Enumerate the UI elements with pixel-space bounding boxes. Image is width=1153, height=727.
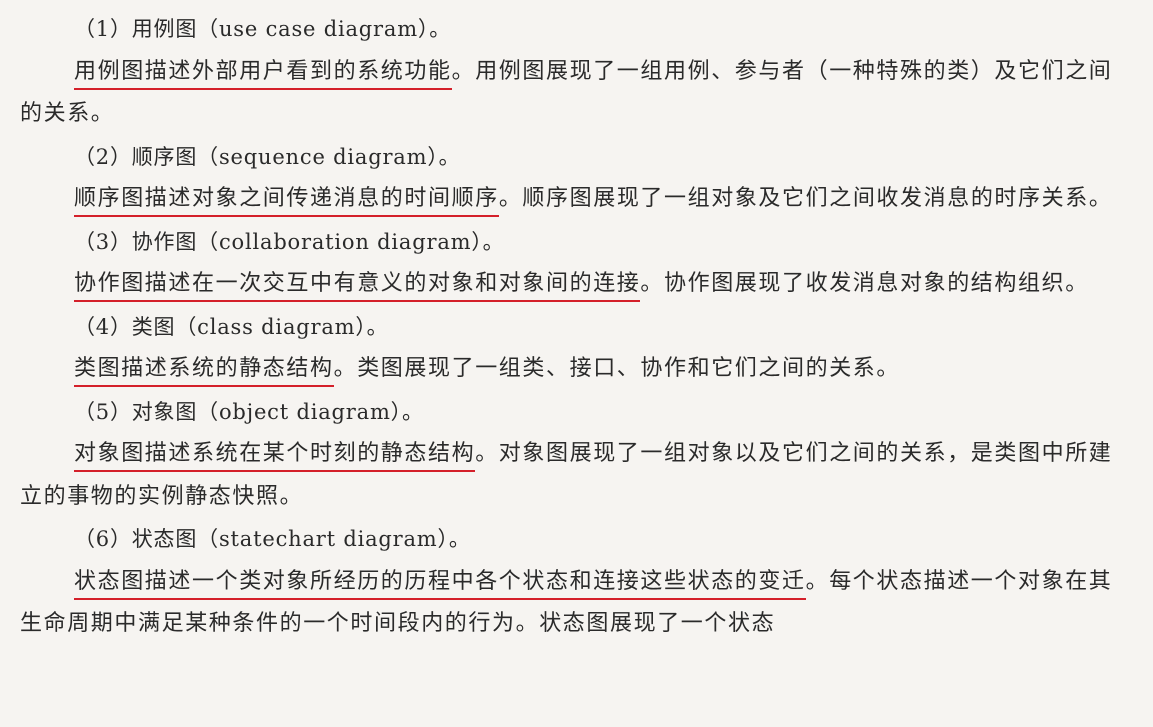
section-1-highlight: 用例图描述外部用户看到的系统功能	[74, 58, 452, 90]
section-4-body: 类图描述系统的静态结构。类图展现了一组类、接口、协作和它们之间的关系。	[20, 348, 1125, 391]
section-2-highlight: 顺序图描述对象之间传递消息的时间顺序	[74, 186, 499, 217]
section-2-rest: 。顺序图展现了一组对象及它们之间收发消息的时序关系。	[498, 186, 1113, 211]
section-4-highlight: 类图描述系统的静态结构	[74, 356, 334, 387]
section-3-highlight: 协作图描述在一次交互中有意义的对象和对象间的连接	[74, 271, 641, 302]
section-5-highlight: 对象图描述系统在某个时刻的静态结构	[74, 441, 476, 472]
section-1-body: 用例图描述外部用户看到的系统功能。用例图展现了一组用例、参与者（一种特殊的类）及…	[20, 51, 1125, 136]
section-2-heading: （2）顺序图（sequence diagram）。	[74, 144, 461, 169]
section-5-body: 对象图描述系统在某个时刻的静态结构。对象图展现了一组对象以及它们之间的关系，是类…	[20, 433, 1125, 518]
section-1-heading: （1）用例图（use case diagram）。	[74, 17, 452, 41]
document-page: （1）用例图（use case diagram）。 用例图描述外部用户看到的系统…	[0, 0, 1153, 727]
section-3-heading: （3）协作图（collaboration diagram）。	[74, 229, 505, 254]
section-6-highlight: 状态图描述一个类对象所经历的历程中各个状态和连接这些状态的变迁	[74, 568, 806, 600]
section-2-body: 顺序图描述对象之间传递消息的时间顺序。顺序图展现了一组对象及它们之间收发消息的时…	[20, 178, 1125, 221]
section-5-heading: （5）对象图（object diagram）。	[74, 399, 424, 424]
section-3-rest: 。协作图展现了收发消息对象的结构组织。	[640, 271, 1089, 296]
section-3-body: 协作图描述在一次交互中有意义的对象和对象间的连接。协作图展现了收发消息对象的结构…	[20, 263, 1125, 306]
section-6-heading: （6）状态图（statechart diagram）。	[74, 527, 471, 551]
section-4-rest: 。类图展现了一组类、接口、协作和它们之间的关系。	[333, 356, 901, 381]
section-6-body: 状态图描述一个类对象所经历的历程中各个状态和连接这些状态的变迁。每个状态描述一个…	[20, 561, 1125, 646]
section-4-heading: （4）类图（class diagram）。	[74, 314, 389, 339]
